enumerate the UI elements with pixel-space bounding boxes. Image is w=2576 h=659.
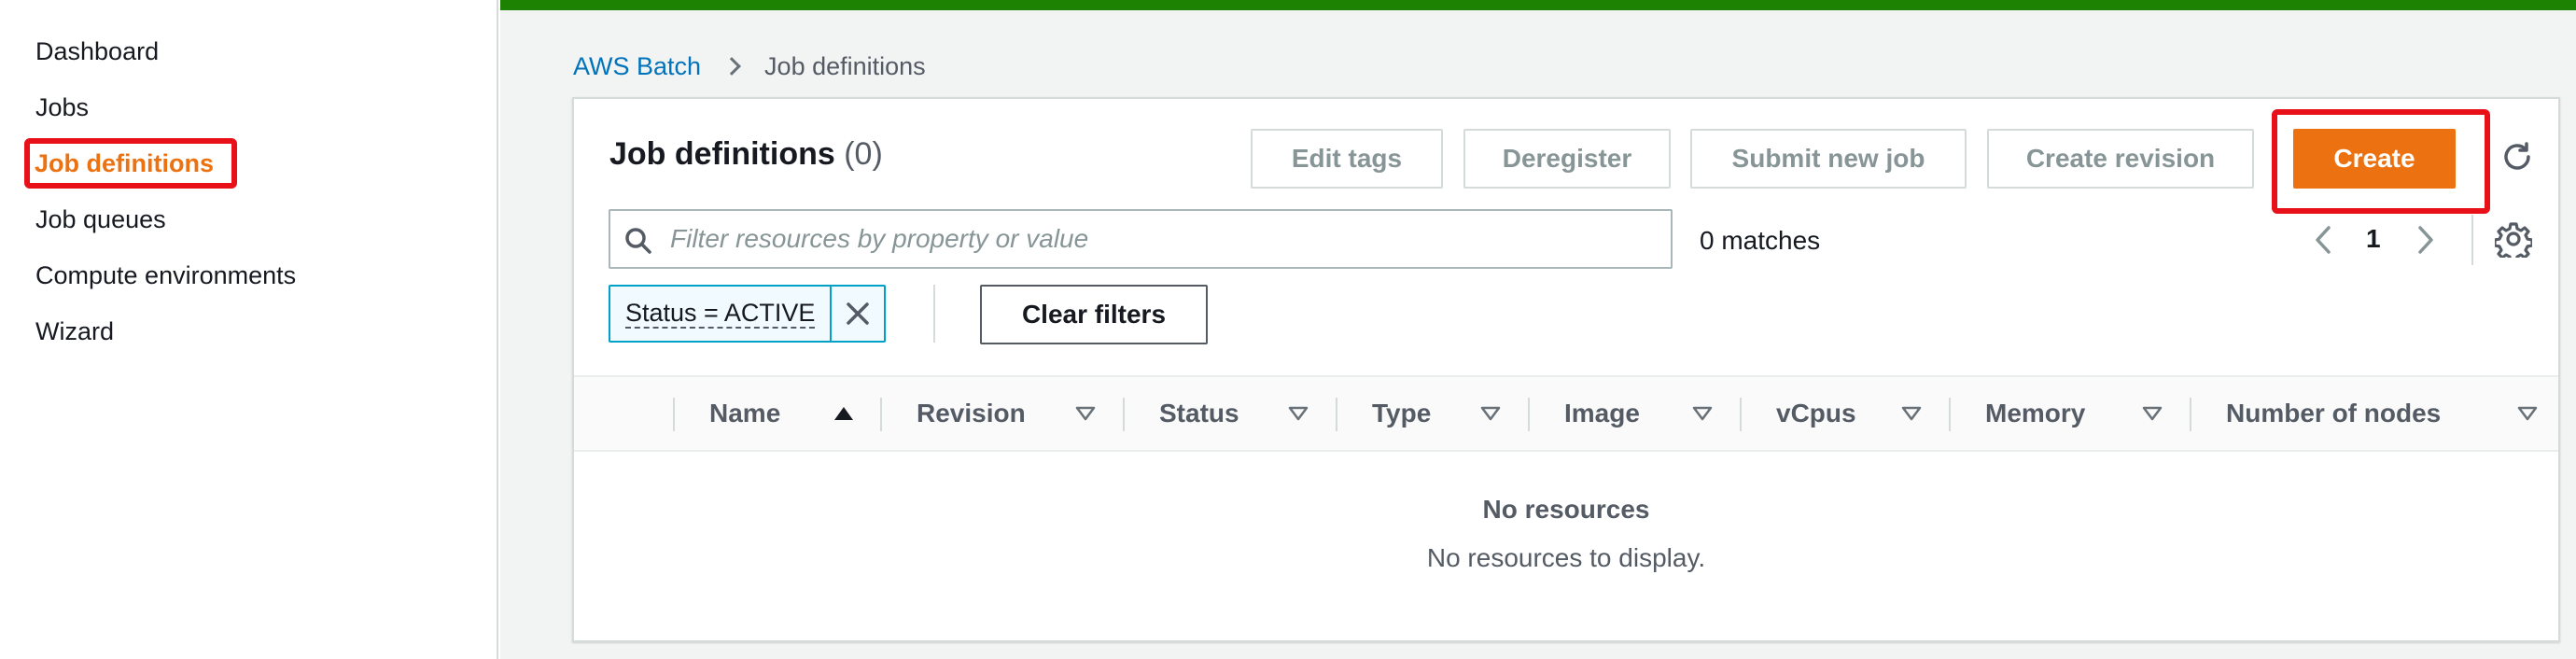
column-separator bbox=[1123, 398, 1125, 431]
panel-title-text: Job definitions bbox=[609, 136, 835, 172]
create-button[interactable]: Create bbox=[2293, 129, 2456, 189]
clear-filters-button[interactable]: Clear filters bbox=[980, 285, 1208, 344]
column-separator bbox=[1949, 398, 1951, 431]
column-separator bbox=[880, 398, 882, 431]
submit-new-job-button[interactable]: Submit new job bbox=[1690, 129, 1967, 189]
sidebar-item-job-definitions[interactable]: Job definitions bbox=[35, 147, 214, 179]
column-header-status[interactable]: Status bbox=[1159, 377, 1239, 450]
panel-count: (0) bbox=[844, 136, 883, 172]
matches-count: 0 matches bbox=[1700, 226, 1821, 255]
sort-descending-icon[interactable] bbox=[1480, 405, 1501, 422]
sort-ascending-icon[interactable] bbox=[833, 405, 854, 422]
column-separator bbox=[1336, 398, 1337, 431]
column-header-number-of-nodes[interactable]: Number of nodes bbox=[2226, 377, 2441, 450]
chevron-right-icon[interactable] bbox=[2411, 224, 2439, 256]
column-header-type[interactable]: Type bbox=[1372, 377, 1431, 450]
settings-gear-icon[interactable] bbox=[2495, 220, 2532, 258]
page-number[interactable]: 1 bbox=[2366, 224, 2381, 254]
column-header-revision[interactable]: Revision bbox=[917, 377, 1026, 450]
column-header-image[interactable]: Image bbox=[1564, 377, 1640, 450]
sort-descending-icon[interactable] bbox=[1075, 405, 1096, 422]
sort-descending-icon[interactable] bbox=[1288, 405, 1309, 422]
sort-descending-icon[interactable] bbox=[1901, 405, 1922, 422]
search-icon bbox=[625, 228, 651, 254]
filter-search-box bbox=[609, 209, 1673, 269]
breadcrumb-link-aws-batch[interactable]: AWS Batch bbox=[573, 50, 701, 82]
sidebar-item-job-queues[interactable]: Job queues bbox=[35, 203, 166, 235]
pager-divider bbox=[2471, 215, 2473, 265]
column-header-name[interactable]: Name bbox=[709, 377, 780, 450]
filter-token-label[interactable]: Status = ACTIVE bbox=[610, 287, 830, 341]
refresh-icon[interactable] bbox=[2499, 138, 2536, 175]
column-header-vcpus[interactable]: vCpus bbox=[1776, 377, 1856, 450]
close-icon bbox=[847, 302, 870, 325]
column-separator bbox=[1740, 398, 1742, 431]
breadcrumb: AWS Batch Job definitions bbox=[573, 50, 926, 82]
chevron-left-icon[interactable] bbox=[2310, 224, 2338, 256]
main-content: AWS Batch Job definitions Job definition… bbox=[500, 0, 2576, 659]
filter-token-remove[interactable] bbox=[830, 287, 884, 341]
sort-descending-icon[interactable] bbox=[2517, 405, 2538, 422]
filter-divider bbox=[933, 285, 935, 343]
sort-descending-icon[interactable] bbox=[2142, 405, 2163, 422]
table-header: Name Revision Status Type Image vCpus Me… bbox=[574, 375, 2558, 452]
status-bar bbox=[500, 0, 2576, 10]
column-separator bbox=[2190, 398, 2191, 431]
side-navigation: Dashboard Jobs Job definitions Job queue… bbox=[0, 0, 498, 659]
breadcrumb-current: Job definitions bbox=[764, 52, 926, 80]
empty-state-description: No resources to display. bbox=[1426, 543, 1706, 572]
deregister-button[interactable]: Deregister bbox=[1463, 129, 1671, 189]
search-input[interactable] bbox=[670, 211, 1659, 267]
chevron-right-breadcrumb-icon bbox=[722, 57, 741, 76]
empty-state-title: No resources bbox=[1482, 495, 1650, 524]
sidebar-item-wizard[interactable]: Wizard bbox=[35, 315, 114, 347]
create-revision-button[interactable]: Create revision bbox=[1987, 129, 2254, 189]
column-header-memory[interactable]: Memory bbox=[1985, 377, 2085, 450]
column-separator bbox=[1528, 398, 1530, 431]
sidebar-item-dashboard[interactable]: Dashboard bbox=[35, 35, 159, 67]
filter-token: Status = ACTIVE bbox=[609, 285, 887, 343]
column-separator bbox=[673, 398, 675, 431]
sidebar-item-compute-environments[interactable]: Compute environments bbox=[35, 259, 296, 291]
sort-descending-icon[interactable] bbox=[1692, 405, 1713, 422]
edit-tags-button[interactable]: Edit tags bbox=[1251, 129, 1443, 189]
panel-title: Job definitions (0) bbox=[609, 136, 883, 173]
job-definitions-table-container: Job definitions (0) Edit tags Deregister… bbox=[572, 97, 2560, 642]
sidebar-item-jobs[interactable]: Jobs bbox=[35, 91, 89, 123]
